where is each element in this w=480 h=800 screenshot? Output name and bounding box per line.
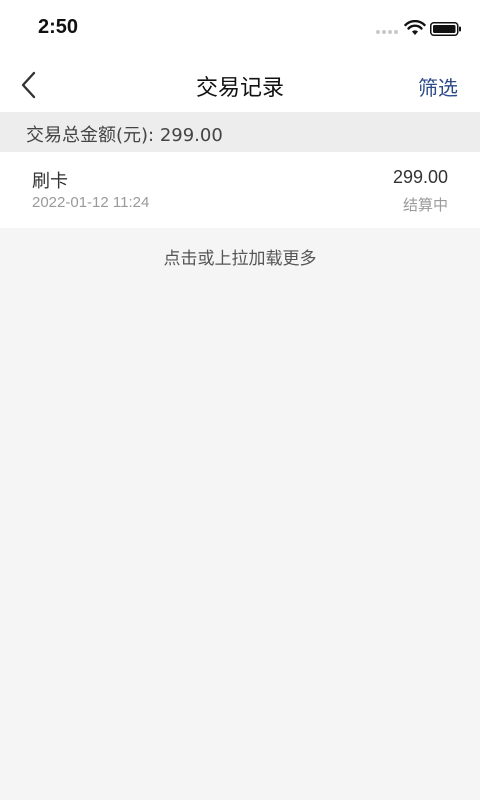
signal-icon (376, 30, 398, 34)
transaction-type: 刷卡 (32, 171, 68, 192)
status-bar: 2:50 (0, 0, 480, 58)
list-item[interactable]: 刷卡 2022-01-12 11:24 299.00 结算中 (0, 152, 480, 228)
battery-icon (430, 22, 461, 36)
summary-bar: 交易总金额(元): 299.00 (0, 112, 480, 152)
wifi-icon (404, 20, 426, 35)
transaction-status: 结算中 (402, 196, 448, 214)
transaction-amount: 299.00 (392, 167, 448, 187)
nav-bar: 交易记录 筛选 (0, 58, 480, 112)
status-time: 2:50 (38, 16, 79, 38)
load-more-button[interactable]: 点击或上拉加载更多 (0, 244, 480, 269)
total-amount-summary: 交易总金额(元): 299.00 (26, 125, 223, 146)
transaction-date: 2022-01-12 11:24 (32, 194, 150, 211)
screen: 2:50 交易记录 筛选 交易总金额(元): 299.00 刷卡 2022-01… (0, 0, 480, 800)
page-title: 交易记录 (195, 76, 284, 101)
filter-button[interactable]: 筛选 (418, 72, 458, 101)
